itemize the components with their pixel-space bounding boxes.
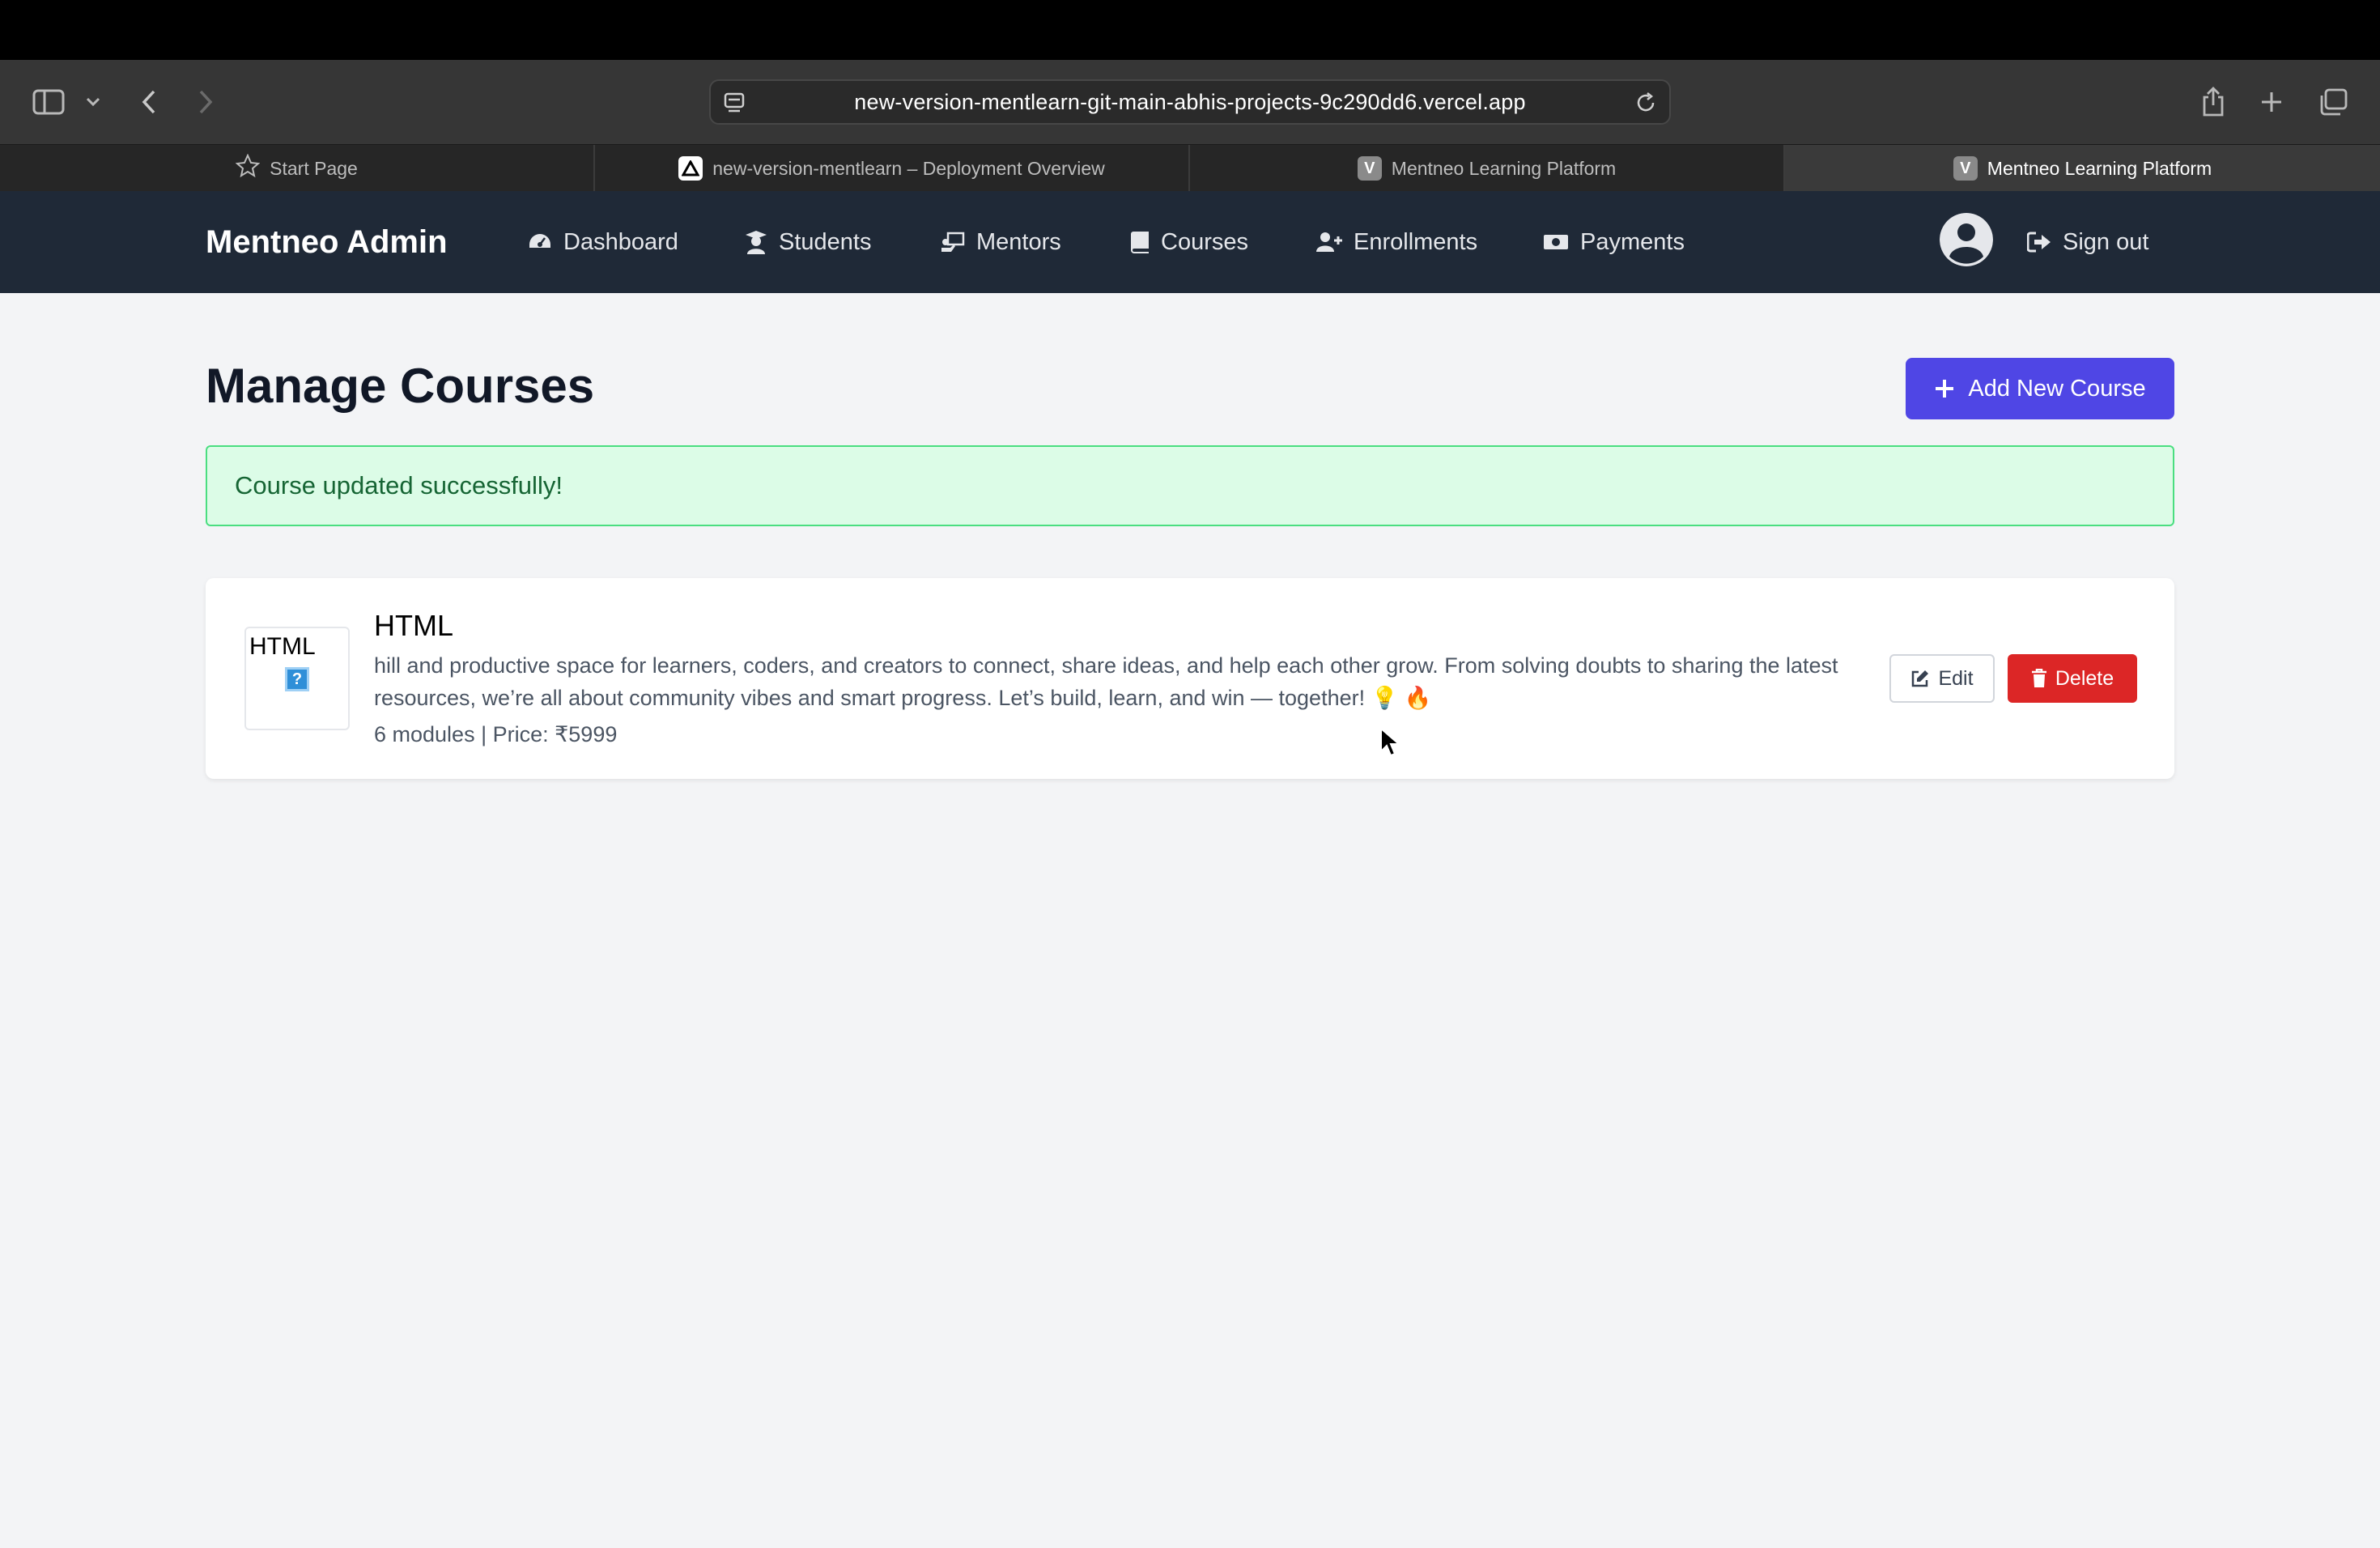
- course-meta: 6 modules | Price: ₹5999: [374, 722, 618, 746]
- site-settings-icon[interactable]: [722, 91, 746, 119]
- edit-label: Edit: [1938, 666, 1974, 690]
- book-icon: [1131, 232, 1149, 253]
- trash-icon: [2031, 669, 2046, 687]
- nav-label: Mentors: [976, 228, 1061, 255]
- brand-logo[interactable]: Mentneo Admin: [206, 191, 448, 293]
- tab-deployment-overview[interactable]: new-version-mentlearn – Deployment Overv…: [595, 145, 1190, 192]
- tab-start-page[interactable]: Start Page: [0, 145, 595, 192]
- user-plus-icon: [1316, 232, 1342, 252]
- chalkboard-teacher-icon: [941, 232, 965, 252]
- vercel-icon: [678, 156, 703, 181]
- url-text: new-version-mentlearn-git-main-abhis-pro…: [854, 89, 1526, 114]
- nav-label: Students: [779, 228, 872, 255]
- delete-label: Delete: [2055, 666, 2114, 690]
- tab-overview-icon[interactable]: [2317, 60, 2349, 144]
- gauge-icon: [529, 234, 550, 248]
- tab-label: new-version-mentlearn – Deployment Overv…: [712, 157, 1105, 179]
- nav-dashboard[interactable]: Dashboard: [528, 191, 678, 293]
- user-avatar[interactable]: [1940, 213, 1993, 266]
- mouse-cursor-icon: [1379, 726, 1401, 762]
- edit-course-button[interactable]: Edit: [1889, 654, 1995, 703]
- alert-message: Course updated successfully!: [235, 471, 563, 500]
- add-new-course-button[interactable]: Add New Course: [1906, 358, 2174, 419]
- v-favicon-icon: V: [1357, 156, 1382, 181]
- share-icon[interactable]: [2199, 60, 2228, 144]
- reload-icon[interactable]: [1634, 91, 1658, 119]
- course-title: HTML: [374, 609, 453, 642]
- broken-image-icon: ?: [285, 667, 309, 691]
- edit-icon: [1912, 670, 1929, 687]
- success-alert: Course updated successfully!: [206, 445, 2174, 526]
- tab-mentneo-learning-platform-active[interactable]: V Mentneo Learning Platform: [1785, 145, 2380, 192]
- nav-label: Enrollments: [1354, 228, 1478, 255]
- tab-mentneo-learning-platform[interactable]: V Mentneo Learning Platform: [1190, 145, 1785, 192]
- app-navbar: Mentneo Admin Dashboard Students Mentors…: [0, 191, 2380, 293]
- course-card: HTML ? HTML hill and productive space fo…: [206, 578, 2174, 779]
- os-menu-bar: [0, 0, 2380, 60]
- course-description: hill and productive space for learners, …: [374, 653, 1838, 710]
- nav-mentors[interactable]: Mentors: [941, 191, 1061, 293]
- tab-label: Mentneo Learning Platform: [1391, 157, 1617, 179]
- tab-label: Mentneo Learning Platform: [1987, 157, 2212, 179]
- nav-students[interactable]: Students: [745, 191, 871, 293]
- nav-label: Payments: [1580, 228, 1685, 255]
- nav-courses[interactable]: Courses: [1130, 191, 1248, 293]
- nav-label: Dashboard: [563, 228, 678, 255]
- nav-label: Courses: [1161, 228, 1248, 255]
- course-thumbnail: HTML ?: [244, 627, 350, 730]
- delete-course-button[interactable]: Delete: [2008, 654, 2137, 703]
- nav-payments[interactable]: Payments: [1543, 191, 1685, 293]
- money-bill-icon: [1544, 235, 1568, 249]
- sign-out-button[interactable]: Sign out: [2027, 191, 2148, 293]
- back-icon[interactable]: [134, 60, 164, 144]
- new-tab-icon[interactable]: [2257, 60, 2286, 144]
- sign-out-label: Sign out: [2063, 228, 2149, 255]
- tab-label: Start Page: [270, 157, 358, 179]
- graduate-icon: [746, 231, 767, 254]
- sign-out-icon: [2027, 232, 2051, 253]
- user-icon: [1940, 213, 1993, 266]
- add-button-label: Add New Course: [1968, 375, 2146, 402]
- browser-toolbar: new-version-mentlearn-git-main-abhis-pro…: [0, 60, 2380, 144]
- chevron-down-icon[interactable]: [81, 60, 105, 144]
- address-bar[interactable]: new-version-mentlearn-git-main-abhis-pro…: [709, 79, 1671, 125]
- tab-bar: Start Page new-version-mentlearn – Deplo…: [0, 144, 2380, 192]
- forward-icon[interactable]: [191, 60, 220, 144]
- star-icon: [235, 153, 261, 183]
- nav-enrollments[interactable]: Enrollments: [1316, 191, 1477, 293]
- v-favicon-icon: V: [1953, 156, 1978, 181]
- plus-icon: [1936, 380, 1954, 398]
- sidebar-toggle-icon[interactable]: [31, 60, 66, 144]
- page-title: Manage Courses: [206, 359, 595, 413]
- thumbnail-alt-text: HTML: [249, 633, 316, 660]
